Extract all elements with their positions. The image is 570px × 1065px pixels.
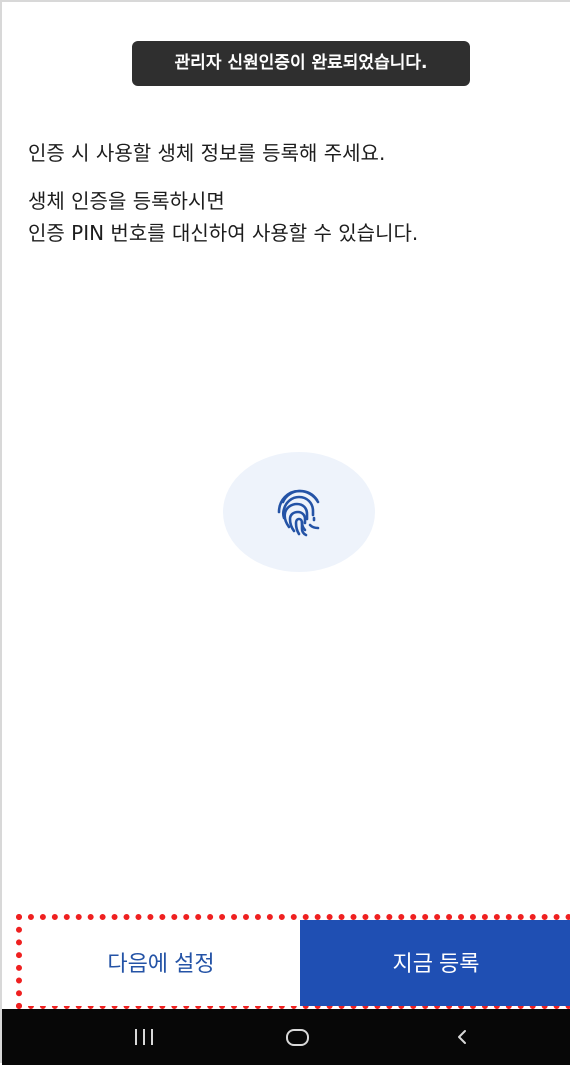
system-navigation-bar	[2, 1009, 570, 1065]
recent-apps-icon	[135, 1029, 153, 1045]
description-line-1: 생체 인증을 등록하시면	[28, 189, 225, 213]
register-now-button[interactable]: 지금 등록	[300, 920, 570, 1006]
back-button[interactable]	[432, 1009, 492, 1065]
back-icon	[458, 1030, 466, 1044]
recent-apps-button[interactable]	[114, 1009, 174, 1065]
instruction-text: 인증 시 사용할 생체 정보를 등록해 주세요.	[28, 141, 386, 165]
home-icon	[285, 1028, 309, 1046]
later-button[interactable]: 다음에 설정	[22, 920, 300, 1006]
fingerprint-area[interactable]	[223, 452, 375, 572]
fingerprint-icon	[277, 489, 320, 537]
description-line-2: 인증 PIN 번호를 대신하여 사용할 수 있습니다.	[28, 221, 419, 245]
screen: 관리자 신원인증이 완료되었습니다. 인증 시 사용할 생체 정보를 등록해 주…	[0, 0, 570, 1065]
home-button[interactable]	[267, 1009, 327, 1065]
success-toast: 관리자 신원인증이 완료되었습니다.	[132, 41, 470, 86]
